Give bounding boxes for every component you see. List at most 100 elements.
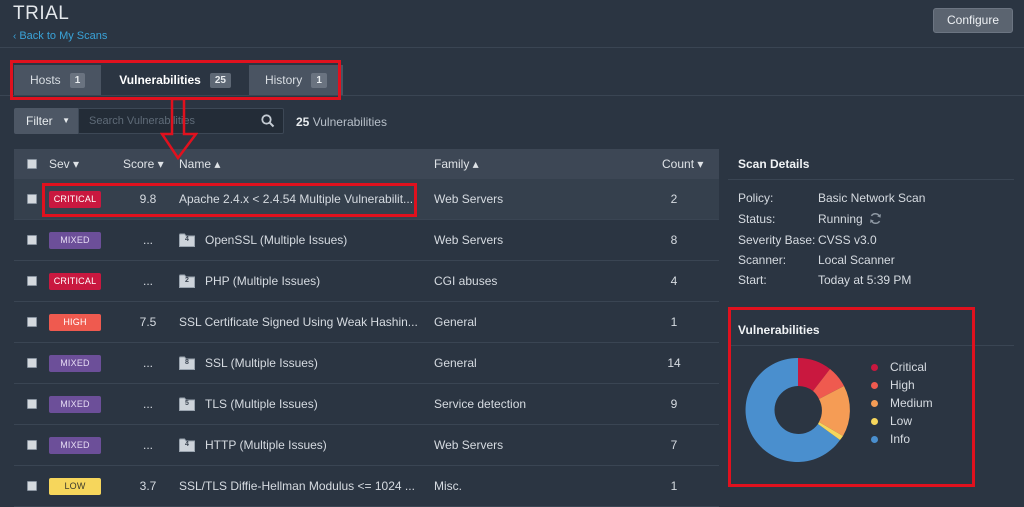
- tab-hosts[interactable]: Hosts 1: [14, 65, 102, 95]
- vulnerability-name: Apache 2.4.x < 2.4.54 Multiple Vulnerabi…: [179, 192, 414, 206]
- legend-dot: [871, 435, 878, 443]
- row-checkbox[interactable]: [27, 317, 37, 327]
- folder-icon: 4: [179, 233, 195, 247]
- tab-vulnerabilities[interactable]: Vulnerabilities 25: [103, 65, 247, 95]
- row-checkbox-cell: [27, 220, 37, 260]
- vulnerabilities-table: Sev ▾ Score ▾ Name ▴ Family ▴ Count ▾ CR…: [14, 149, 719, 507]
- legend-label: High: [890, 378, 915, 392]
- row-checkbox[interactable]: [27, 194, 37, 204]
- severity-base-label: Severity Base:: [738, 233, 816, 247]
- select-all-checkbox[interactable]: [27, 159, 37, 169]
- count-cell: 2: [670, 192, 678, 206]
- row-checkbox-cell: [27, 302, 37, 342]
- legend-dot: [871, 399, 878, 407]
- severity-cell: MIXED: [49, 220, 101, 260]
- row-checkbox[interactable]: [27, 481, 37, 491]
- table-header: Sev ▾ Score ▾ Name ▴ Family ▴ Count ▾: [14, 149, 719, 179]
- column-family[interactable]: Family ▴: [434, 149, 479, 179]
- start-label: Start:: [738, 273, 767, 287]
- vulnerability-count-value: 25: [296, 115, 310, 129]
- score-cell: ...: [142, 274, 153, 288]
- column-sev[interactable]: Sev ▾: [49, 149, 79, 179]
- legend-item[interactable]: Info: [871, 430, 933, 448]
- vulnerability-name: SSL (Multiple Issues): [205, 356, 318, 370]
- count-cell: 1: [670, 315, 678, 329]
- scan-details-title: Scan Details: [738, 157, 810, 171]
- top-bar: TRIAL ‹ Back to My Scans Configure: [0, 0, 1024, 48]
- scan-details-divider: [728, 179, 1014, 180]
- filter-button[interactable]: Filter ▼: [14, 108, 78, 134]
- tabs-divider: [0, 95, 1024, 96]
- severity-badge: MIXED: [49, 231, 101, 249]
- row-checkbox[interactable]: [27, 358, 37, 368]
- refresh-icon[interactable]: [869, 212, 882, 225]
- family-cell: Misc.: [434, 479, 462, 493]
- legend-item[interactable]: Low: [871, 412, 933, 430]
- row-checkbox[interactable]: [27, 399, 37, 409]
- name-cell: 5 TLS (Multiple Issues): [179, 384, 419, 424]
- severity-badge: MIXED: [49, 354, 101, 372]
- folder-icon: 5: [179, 397, 195, 411]
- legend-label: Low: [890, 414, 913, 428]
- row-checkbox[interactable]: [27, 440, 37, 450]
- tab-history-label: History: [264, 73, 303, 87]
- folder-count: 5: [185, 400, 189, 407]
- severity-badge: MIXED: [49, 436, 101, 454]
- page-title: TRIAL: [13, 3, 70, 24]
- count-cell: 9: [670, 397, 678, 411]
- column-count[interactable]: Count ▾: [662, 149, 703, 179]
- tab-hosts-count: 1: [69, 72, 86, 88]
- table-row[interactable]: MIXED... 4 HTTP (Multiple Issues) Web Serve…: [14, 425, 719, 466]
- vulnerability-count: 25 Vulnerabilities: [296, 115, 387, 129]
- scanner-value: Local Scanner: [818, 253, 895, 267]
- table-row[interactable]: MIXED... 4 OpenSSL (Multiple Issues) Web Se…: [14, 220, 719, 261]
- start-value: Today at 5:39 PM: [818, 273, 912, 287]
- row-checkbox-cell: [27, 179, 37, 219]
- table-row[interactable]: MIXED... 5 TLS (Multiple Issues) Service de…: [14, 384, 719, 425]
- row-checkbox-cell: [27, 466, 37, 506]
- name-cell: 2 PHP (Multiple Issues): [179, 261, 419, 301]
- severity-cell: MIXED: [49, 425, 101, 465]
- policy-label: Policy:: [738, 191, 774, 205]
- name-cell: 4 HTTP (Multiple Issues): [179, 425, 419, 465]
- folder-count: 4: [185, 441, 189, 448]
- down-arrow-annotation: [160, 98, 198, 160]
- legend-item[interactable]: Critical: [871, 358, 933, 376]
- legend-dot: [871, 417, 878, 425]
- configure-button[interactable]: Configure: [933, 8, 1013, 33]
- tab-history[interactable]: History 1: [248, 65, 343, 95]
- name-cell: SSL/TLS Diffie-Hellman Modulus <= 1024 .…: [179, 466, 419, 506]
- severity-badge: MIXED: [49, 395, 101, 413]
- row-checkbox-cell: [27, 261, 37, 301]
- status-value: Running: [818, 212, 863, 226]
- status-value-wrap: Running: [818, 212, 882, 226]
- search-icon[interactable]: [261, 114, 275, 128]
- table-row[interactable]: HIGH 7.5 SSL Certificate Signed Using Weak…: [14, 302, 719, 343]
- folder-icon: 2: [179, 274, 195, 288]
- row-checkbox-cell: [27, 343, 37, 383]
- row-checkbox[interactable]: [27, 276, 37, 286]
- table-row[interactable]: LOW 3.7 SSL/TLS Diffie-Hellman Modulus <= …: [14, 466, 719, 507]
- count-cell: 1: [670, 479, 678, 493]
- legend-dot: [871, 381, 878, 389]
- legend-dot: [871, 363, 878, 371]
- tab-bar: Hosts 1 Vulnerabilities 25 History 1: [14, 65, 345, 95]
- legend-item[interactable]: High: [871, 376, 933, 394]
- score-cell: 9.8: [139, 192, 157, 206]
- vulnerability-name: PHP (Multiple Issues): [205, 274, 321, 288]
- back-to-scans-link[interactable]: ‹ Back to My Scans: [13, 30, 107, 42]
- name-cell: Apache 2.4.x < 2.4.54 Multiple Vulnerabi…: [179, 179, 419, 219]
- table-row[interactable]: CRITICAL 9.8 Apache 2.4.x < 2.4.54 Multipl…: [14, 179, 719, 220]
- folder-count: 2: [185, 277, 189, 284]
- column-score[interactable]: Score ▾: [123, 149, 164, 179]
- tab-vulnerabilities-label: Vulnerabilities: [119, 73, 201, 87]
- row-checkbox[interactable]: [27, 235, 37, 245]
- family-cell: Web Servers: [434, 233, 504, 247]
- vulnerabilities-donut-chart[interactable]: [738, 350, 858, 470]
- legend-label: Medium: [890, 396, 933, 410]
- legend-item[interactable]: Medium: [871, 394, 933, 412]
- table-row[interactable]: MIXED... 8 SSL (Multiple Issues) General 14: [14, 343, 719, 384]
- vulnerability-name: TLS (Multiple Issues): [205, 397, 318, 411]
- severity-cell: CRITICAL: [49, 179, 101, 219]
- table-row[interactable]: CRITICAL... 2 PHP (Multiple Issues) CGI abu…: [14, 261, 719, 302]
